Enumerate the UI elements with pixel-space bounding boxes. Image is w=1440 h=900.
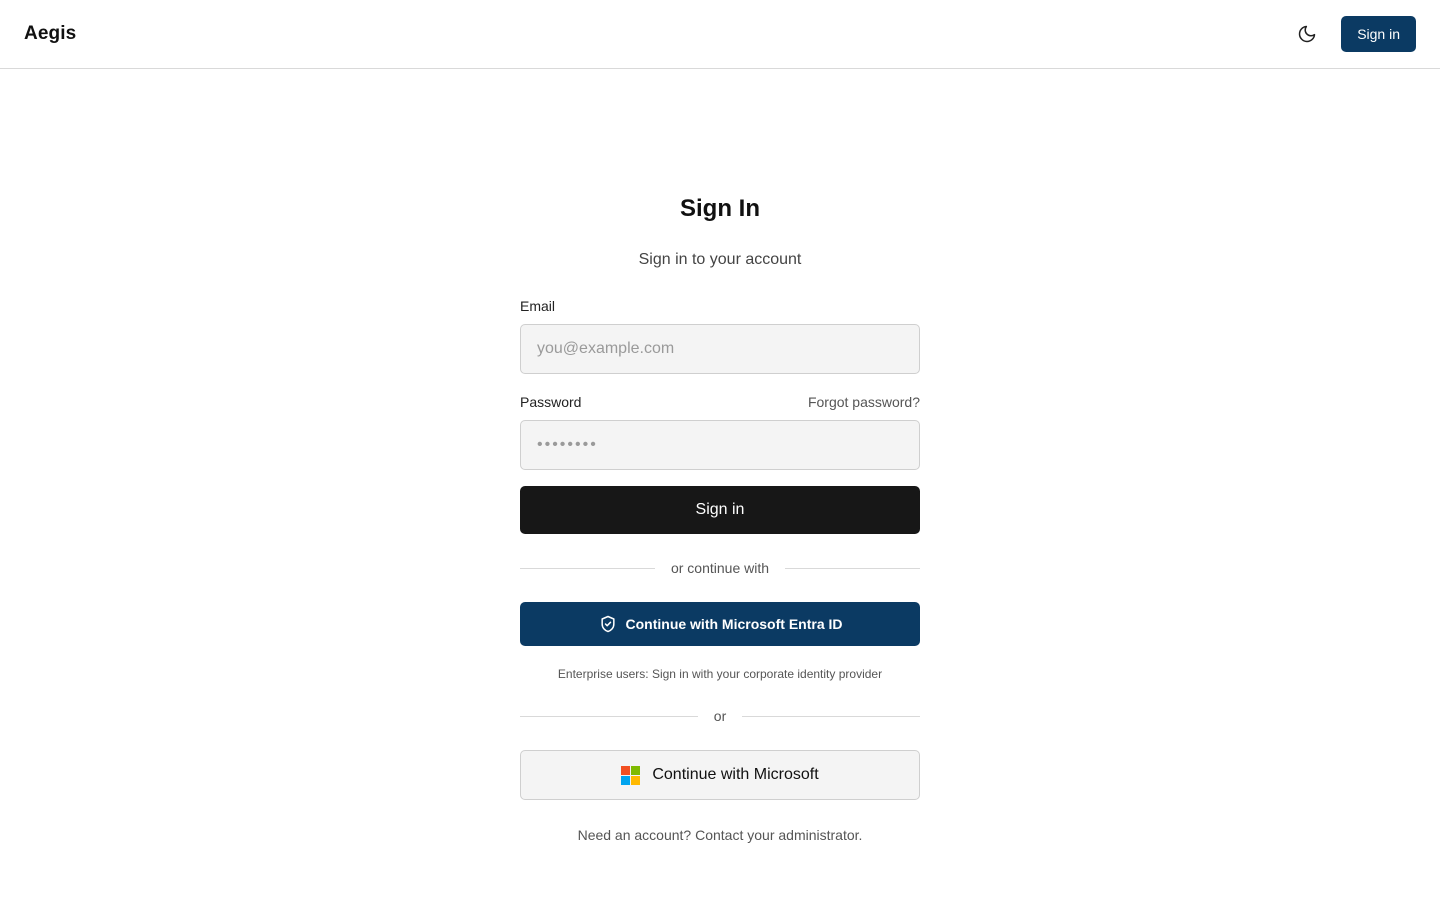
email-label-row: Email <box>520 296 920 316</box>
email-input[interactable] <box>520 324 920 374</box>
ms-logo-blue-square <box>621 775 631 785</box>
or-divider-line-right <box>742 715 921 717</box>
password-label: Password <box>520 394 582 410</box>
entra-button-label: Continue with Microsoft Entra ID <box>625 616 843 632</box>
or-divider-line-left <box>520 715 698 717</box>
or-divider: or <box>520 706 921 726</box>
entra-id-sign-in-button[interactable]: Continue with Microsoft Entra ID <box>520 602 920 646</box>
entra-help-text: Enterprise users: Sign in with your corp… <box>557 667 883 681</box>
email-label: Email <box>520 298 556 314</box>
divider-line-left <box>520 567 655 569</box>
microsoft-button-label: Continue with Microsoft <box>652 766 819 783</box>
ms-logo-yellow-square <box>631 775 641 785</box>
sign-in-card: Sign In Sign in to your account Email Pa… <box>520 190 921 844</box>
password-label-row: Password Forgot password? <box>520 392 920 412</box>
header-sign-in-button[interactable]: Sign in <box>1341 16 1416 52</box>
topbar-actions: Sign in <box>1287 14 1416 54</box>
password-field-group: Password Forgot password? <box>520 392 920 470</box>
ms-logo-green-square <box>631 765 641 775</box>
microsoft-logo-icon <box>621 765 641 785</box>
top-navigation-bar: Aegis Sign in <box>0 0 1440 69</box>
divider-label: or continue with <box>670 560 770 576</box>
shield-check-icon <box>600 615 615 633</box>
ms-logo-red-square <box>621 765 631 775</box>
sign-in-submit-button[interactable]: Sign in <box>520 486 920 534</box>
page-title: Sign In <box>680 195 760 222</box>
brand-name[interactable]: Aegis <box>24 23 76 45</box>
divider-line-right <box>785 567 920 569</box>
password-input[interactable] <box>520 420 920 470</box>
microsoft-sign-in-button[interactable]: Continue with Microsoft <box>520 750 920 800</box>
forgot-password-link[interactable]: Forgot password? <box>808 394 920 410</box>
contact-admin-note: Need an account? Contact your administra… <box>577 827 863 843</box>
continue-with-divider: or continue with <box>520 558 920 578</box>
or-divider-label: or <box>713 708 727 724</box>
email-field-group: Email <box>520 296 920 374</box>
theme-toggle-button[interactable] <box>1287 14 1327 54</box>
moon-icon <box>1298 25 1316 43</box>
page-subtitle: Sign in to your account <box>638 251 802 268</box>
